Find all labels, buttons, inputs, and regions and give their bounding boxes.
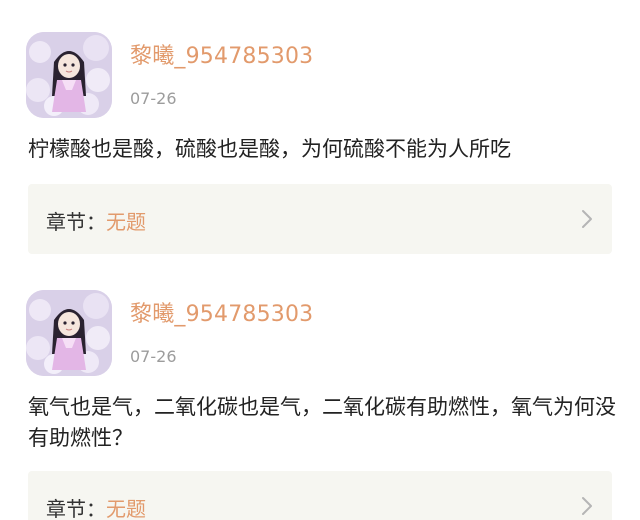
chevron-right-icon (582, 497, 592, 515)
chapter-text: 章节：无题 (46, 493, 146, 520)
girl-avatar-icon (26, 290, 112, 376)
post-date: 07-26 (130, 89, 177, 108)
chapter-link[interactable]: 章节：无题 (28, 184, 612, 254)
chapter-text: 章节：无题 (46, 206, 146, 235)
question-text[interactable]: 氧气也是气，二氧化碳也是气，二氧化碳有助燃性，氧气为何没有助燃性？ (28, 392, 618, 454)
avatar[interactable] (26, 32, 112, 118)
chapter-value: 无题 (106, 497, 146, 520)
chapter-link[interactable]: 章节：无题 (28, 471, 612, 520)
question-feed: 黎曦_954785303 07-26 柠檬酸也是酸，硫酸也是酸，为何硫酸不能为人… (0, 0, 640, 520)
chapter-value: 无题 (106, 210, 146, 234)
username[interactable]: 黎曦_954785303 (130, 296, 313, 328)
username[interactable]: 黎曦_954785303 (130, 38, 313, 70)
post-date: 07-26 (130, 347, 177, 366)
chevron-right-icon (582, 210, 592, 228)
girl-avatar-icon (26, 32, 112, 118)
avatar[interactable] (26, 290, 112, 376)
chapter-label: 章节： (46, 497, 106, 520)
chapter-label: 章节： (46, 210, 106, 234)
question-text[interactable]: 柠檬酸也是酸，硫酸也是酸，为何硫酸不能为人所吃 (28, 134, 618, 165)
